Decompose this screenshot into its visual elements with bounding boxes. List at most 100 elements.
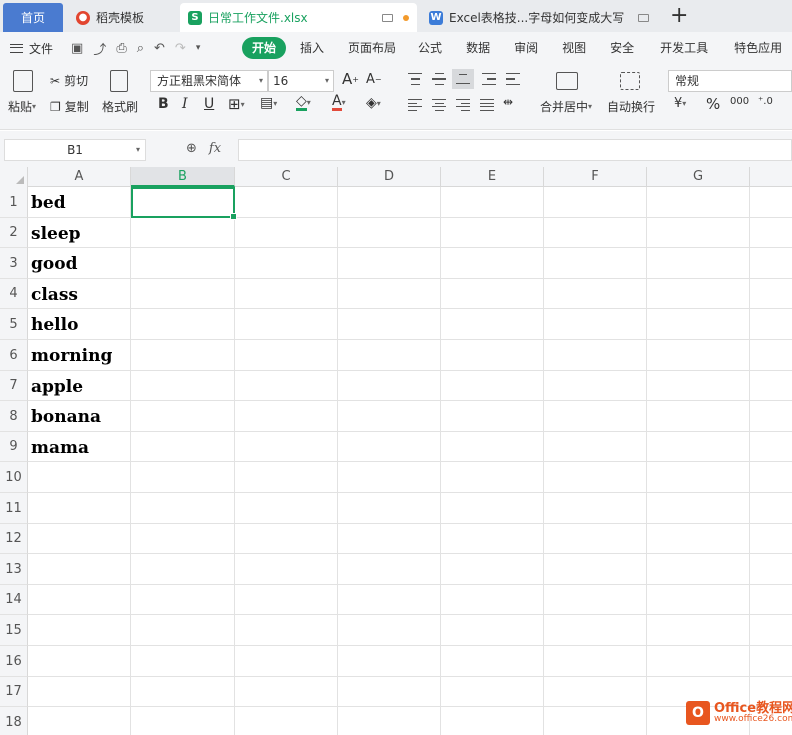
column-header-f[interactable]: F xyxy=(544,167,647,187)
row-header[interactable]: 1 xyxy=(0,187,28,218)
menu-special[interactable]: 特色应用 xyxy=(720,32,782,64)
column-header-d[interactable]: D xyxy=(338,167,441,187)
row-header[interactable]: 11 xyxy=(0,493,28,524)
merge-center-icon[interactable] xyxy=(556,72,578,90)
active-cell-b1[interactable] xyxy=(131,187,237,220)
row-header[interactable]: 14 xyxy=(0,585,28,615)
tab-doc[interactable]: W Excel表格技...字母如何变成大写 xyxy=(421,3,657,32)
column-header-a[interactable]: A xyxy=(28,167,131,187)
menu-review[interactable]: 审阅 xyxy=(502,32,550,64)
percent-icon[interactable]: % xyxy=(706,95,720,113)
row-header[interactable]: 4 xyxy=(0,279,28,309)
redo-icon[interactable]: ↷ xyxy=(175,41,186,56)
cell-a5[interactable]: hello xyxy=(31,309,78,340)
monitor-icon[interactable] xyxy=(638,13,649,22)
monitor-icon[interactable] xyxy=(382,13,393,22)
align-middle-icon[interactable] xyxy=(432,73,446,85)
font-size-select[interactable]: 16 ▾ xyxy=(268,70,334,92)
row-header[interactable]: 9 xyxy=(0,432,28,462)
paste-icon[interactable] xyxy=(13,70,33,92)
file-menu[interactable]: 文件 xyxy=(10,40,53,57)
print-icon[interactable]: ⎙ xyxy=(116,41,126,56)
row-header[interactable]: 18 xyxy=(0,707,28,735)
row-header[interactable]: 6 xyxy=(0,340,28,371)
save-icon[interactable]: ▣ xyxy=(71,41,83,56)
bold-icon[interactable]: B xyxy=(158,96,169,112)
row-header[interactable]: 10 xyxy=(0,462,28,493)
column-header-c[interactable]: C xyxy=(235,167,338,187)
thousands-icon[interactable]: 000 xyxy=(730,96,749,107)
column-header-e[interactable]: E xyxy=(441,167,544,187)
indent-decrease-icon[interactable] xyxy=(482,73,496,85)
decimal-increase-icon[interactable]: ⁺.0 xyxy=(758,96,773,107)
tab-active-file[interactable]: S 日常工作文件.xlsx xyxy=(180,3,417,32)
row-header[interactable]: 17 xyxy=(0,677,28,707)
paste-button[interactable]: 粘贴 ▾ xyxy=(8,98,36,115)
menu-home[interactable]: 开始 xyxy=(242,37,287,59)
new-tab-button[interactable]: + xyxy=(670,4,688,28)
cell-a1[interactable]: bed xyxy=(31,187,66,218)
menu-developer[interactable]: 开发工具 xyxy=(646,32,720,64)
select-all-corner[interactable] xyxy=(0,167,28,187)
row-header[interactable]: 12 xyxy=(0,524,28,554)
border-icon[interactable]: ⊞ ▾ xyxy=(228,95,245,113)
export-icon[interactable]: ⤴ xyxy=(93,39,106,58)
row-header[interactable]: 15 xyxy=(0,615,28,646)
align-top-icon[interactable] xyxy=(408,73,422,85)
row-header[interactable]: 2 xyxy=(0,218,28,248)
menu-insert[interactable]: 插入 xyxy=(298,32,336,64)
menu-data[interactable]: 数据 xyxy=(454,32,502,64)
column-header-g[interactable]: G xyxy=(647,167,750,187)
insert-function-button[interactable]: fx xyxy=(209,141,221,156)
row-header[interactable]: 3 xyxy=(0,248,28,279)
distributed-icon[interactable]: ⇹ xyxy=(503,95,513,109)
print-preview-icon[interactable]: ⌕ xyxy=(137,41,144,56)
row-header[interactable]: 5 xyxy=(0,309,28,340)
justify-icon[interactable] xyxy=(480,99,494,111)
wrap-text-icon[interactable] xyxy=(620,72,640,90)
row-header[interactable]: 16 xyxy=(0,646,28,677)
cell-a8[interactable]: bonana xyxy=(31,401,101,432)
column-header-b[interactable]: B xyxy=(131,167,235,187)
clear-format-icon[interactable]: ◈ ▾ xyxy=(366,95,381,111)
italic-icon[interactable]: I xyxy=(182,96,188,112)
format-painter-icon[interactable] xyxy=(110,70,128,92)
cell-a9[interactable]: mama xyxy=(31,432,89,462)
row-header[interactable]: 7 xyxy=(0,371,28,401)
menu-view[interactable]: 视图 xyxy=(550,32,598,64)
copy-button[interactable]: ❐ 复制 xyxy=(50,98,89,115)
currency-icon[interactable]: ¥ ▾ xyxy=(674,96,686,111)
fill-color-icon[interactable]: ◇ ▾ xyxy=(296,94,311,111)
font-color-icon[interactable]: A ▾ xyxy=(332,94,346,111)
merge-center-button[interactable]: 合并居中 ▾ xyxy=(540,98,592,115)
cell-style-icon[interactable]: ▤ ▾ xyxy=(260,95,277,111)
format-painter-button[interactable]: 格式刷 xyxy=(102,98,138,115)
wrap-text-button[interactable]: 自动换行 xyxy=(607,98,655,115)
number-format-select[interactable]: 常规 xyxy=(668,70,792,92)
cell-a3[interactable]: good xyxy=(31,248,77,279)
indent-increase-icon[interactable] xyxy=(506,73,520,85)
formula-input[interactable] xyxy=(238,139,792,161)
tab-template[interactable]: ● 稻壳模板 xyxy=(68,3,176,32)
underline-icon[interactable]: U xyxy=(204,96,214,112)
cut-button[interactable]: ✂ 剪切 xyxy=(50,72,88,89)
cell-a4[interactable]: class xyxy=(31,279,78,309)
font-name-select[interactable]: 方正粗黑宋简体 ▾ xyxy=(150,70,268,92)
cell-a2[interactable]: sleep xyxy=(31,218,81,248)
menu-security[interactable]: 安全 xyxy=(598,32,646,64)
menu-page-layout[interactable]: 页面布局 xyxy=(336,32,408,64)
menu-formulas[interactable]: 公式 xyxy=(408,32,454,64)
align-right-icon[interactable] xyxy=(456,99,470,111)
increase-font-icon[interactable]: A + xyxy=(342,70,359,88)
customize-icon[interactable]: ▾ xyxy=(196,43,201,53)
decrease-font-icon[interactable]: A − xyxy=(366,72,382,87)
tab-home[interactable]: 首页 xyxy=(3,3,63,32)
align-bottom-icon[interactable] xyxy=(452,69,474,89)
cell-a7[interactable]: apple xyxy=(31,371,83,401)
align-center-icon[interactable] xyxy=(432,99,446,111)
zoom-search-icon[interactable]: ⊕ xyxy=(186,141,197,156)
row-header[interactable]: 13 xyxy=(0,554,28,585)
undo-icon[interactable]: ↶ xyxy=(154,41,165,56)
name-box[interactable]: B1 ▾ xyxy=(4,139,146,161)
cell-a6[interactable]: morning xyxy=(31,340,112,371)
